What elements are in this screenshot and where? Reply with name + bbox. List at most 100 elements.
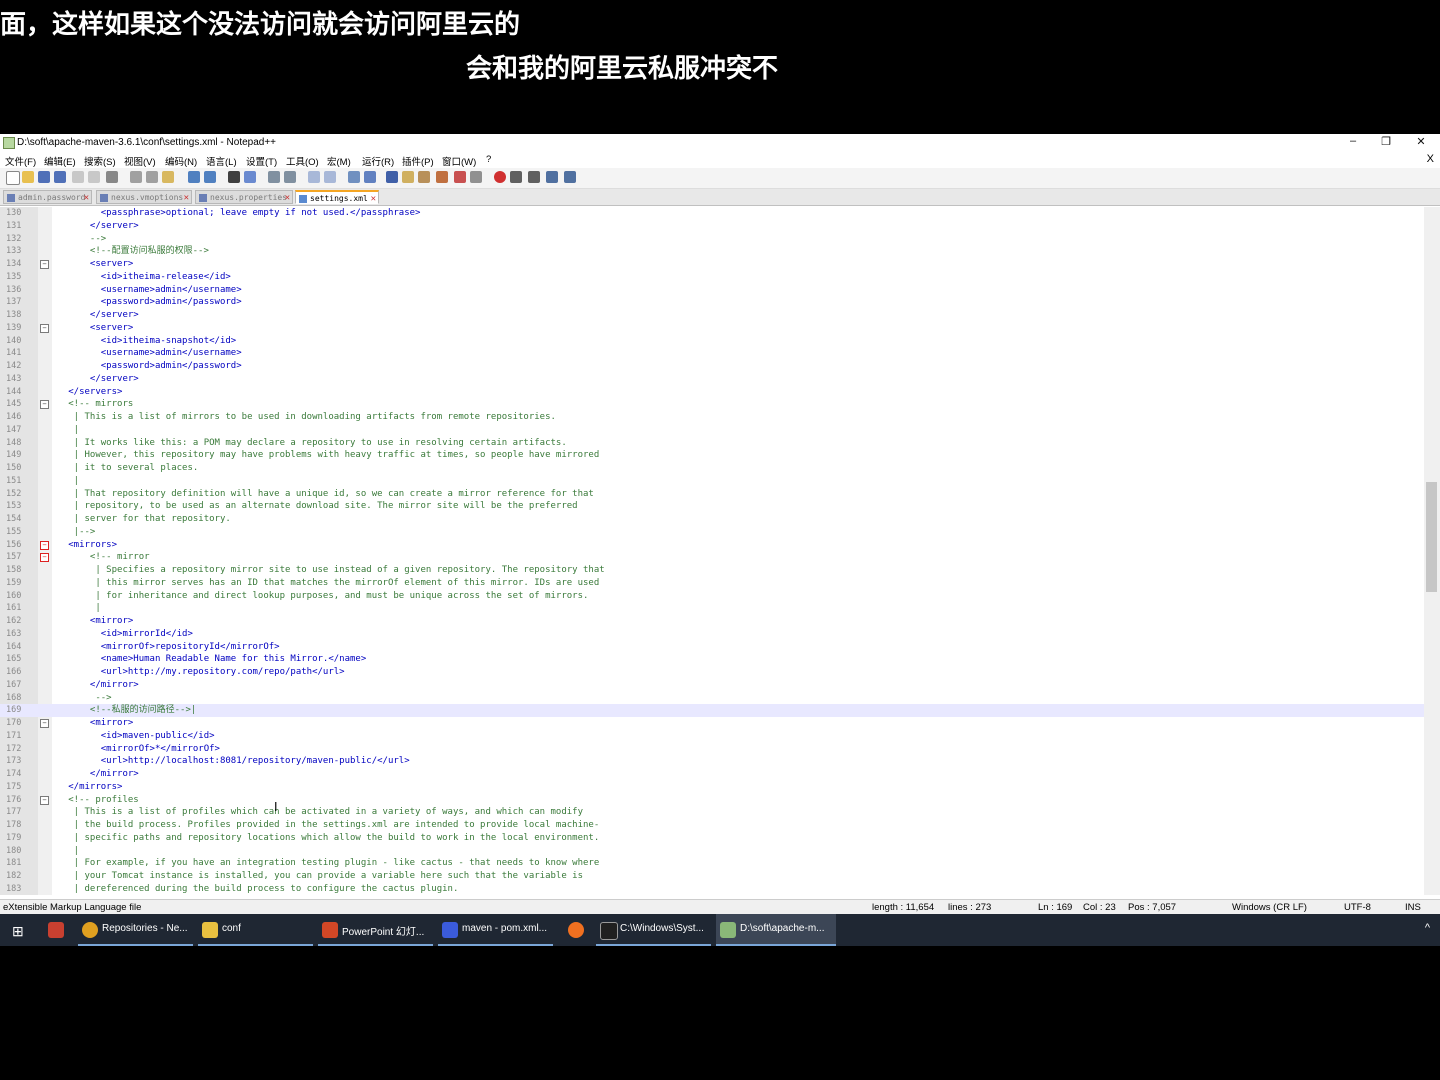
tab-nexus-vmoptions[interactable]: nexus.vmoptions ✕ [96, 190, 192, 204]
code-line[interactable]: 136 <username>admin</username> [0, 284, 1424, 297]
code-line[interactable]: 130 <passphrase>optional; leave empty if… [0, 207, 1424, 220]
zoom-in-icon[interactable] [268, 171, 280, 183]
menu-plugins[interactable]: 插件(P) [402, 154, 434, 168]
minimize-button[interactable]: – [1343, 135, 1363, 147]
save-icon[interactable] [38, 171, 50, 183]
code-line[interactable]: 172 <mirrorOf>*</mirrorOf> [0, 743, 1424, 756]
code-line[interactable]: 170 − <mirror> [0, 717, 1424, 730]
maximize-button[interactable]: ❐ [1376, 135, 1396, 148]
code-line[interactable]: 148 | It works like this: a POM may decl… [0, 437, 1424, 450]
code-line[interactable]: 133 <!--配置访问私服的权限--> [0, 245, 1424, 258]
code-line[interactable]: 164 <mirrorOf>repositoryId</mirrorOf> [0, 641, 1424, 654]
taskbar-item-powerpoint[interactable]: PowerPoint 幻灯... [318, 914, 433, 946]
code-line[interactable]: 135 <id>itheima-release</id> [0, 271, 1424, 284]
function-list-icon[interactable] [418, 171, 430, 183]
code-line[interactable]: 179 | specific paths and repository loca… [0, 832, 1424, 845]
zoom-out-icon[interactable] [284, 171, 296, 183]
code-line[interactable]: 180 | [0, 845, 1424, 858]
code-line[interactable]: 174 </mirror> [0, 768, 1424, 781]
code-line[interactable]: 141 <username>admin</username> [0, 347, 1424, 360]
run-macro-multiple-icon[interactable] [546, 171, 558, 183]
code-line[interactable]: 147 | [0, 424, 1424, 437]
taskbar-item-chrome[interactable]: Repositories - Ne... [78, 914, 193, 946]
code-line[interactable]: 156 − <mirrors> [0, 539, 1424, 552]
fold-toggle-icon[interactable]: − [40, 260, 49, 269]
close-all-icon[interactable] [88, 171, 100, 183]
print-icon[interactable] [106, 171, 118, 183]
close-button[interactable]: ✕ [1411, 135, 1431, 148]
taskbar-item-cmd[interactable]: C:\Windows\Syst... [596, 914, 711, 946]
code-line[interactable]: 139 − <server> [0, 322, 1424, 335]
menu-file[interactable]: 文件(F) [5, 154, 36, 168]
code-line[interactable]: 150 | it to several places. [0, 462, 1424, 475]
preview-icon[interactable] [470, 171, 482, 183]
taskbar-pinned-app[interactable] [42, 914, 76, 946]
indent-guide-icon[interactable] [386, 171, 398, 183]
code-line[interactable]: 162 <mirror> [0, 615, 1424, 628]
replace-icon[interactable] [244, 171, 256, 183]
menu-view[interactable]: 视图(V) [124, 154, 156, 168]
undo-icon[interactable] [188, 171, 200, 183]
monitoring-icon[interactable] [454, 171, 466, 183]
menu-edit[interactable]: 编辑(E) [44, 154, 76, 168]
code-line[interactable]: 152 | That repository definition will ha… [0, 488, 1424, 501]
fold-toggle-icon[interactable]: − [40, 540, 49, 550]
code-line[interactable]: 175 </mirrors> [0, 781, 1424, 794]
menu-help[interactable]: ? [486, 154, 491, 165]
word-wrap-icon[interactable] [348, 171, 360, 183]
code-line[interactable]: 159 | this mirror serves has an ID that … [0, 577, 1424, 590]
tab-nexus-properties[interactable]: nexus.properties ✕ [195, 190, 293, 204]
taskbar-item-app[interactable] [560, 914, 592, 946]
play-macro-icon[interactable] [528, 171, 540, 183]
code-line[interactable]: 155 |--> [0, 526, 1424, 539]
tab-close-icon[interactable]: ✕ [285, 191, 290, 203]
code-line[interactable]: 144 </servers> [0, 386, 1424, 399]
menu-settings[interactable]: 设置(T) [246, 154, 277, 168]
code-line[interactable]: 181 | For example, if you have an integr… [0, 857, 1424, 870]
paste-icon[interactable] [162, 171, 174, 183]
code-line[interactable]: 182 | your Tomcat instance is installed,… [0, 870, 1424, 883]
redo-icon[interactable] [204, 171, 216, 183]
code-line[interactable]: 143 </server> [0, 373, 1424, 386]
taskbar-item-notepadpp[interactable]: D:\soft\apache-m... [716, 914, 836, 946]
code-line[interactable]: 178 | the build process. Profiles provid… [0, 819, 1424, 832]
code-line[interactable]: 160 | for inheritance and direct lookup … [0, 590, 1424, 603]
close-document-button[interactable]: X [1427, 153, 1434, 165]
code-line[interactable]: 153 | repository, to be used as an alter… [0, 500, 1424, 513]
code-line[interactable]: 176 − <!-- profiles [0, 794, 1424, 807]
code-line[interactable]: 167 </mirror> [0, 679, 1424, 692]
taskbar-item-intellij[interactable]: maven - pom.xml... [438, 914, 553, 946]
folder-as-workspace-icon[interactable] [436, 171, 448, 183]
menu-search[interactable]: 搜索(S) [84, 154, 116, 168]
code-line[interactable]: 138 </server> [0, 309, 1424, 322]
sync-vertical-icon[interactable] [308, 171, 320, 183]
fold-toggle-icon[interactable]: − [40, 553, 49, 563]
menu-tools[interactable]: 工具(O) [286, 154, 319, 168]
cut-icon[interactable] [130, 171, 142, 183]
code-line[interactable]: 140 <id>itheima-snapshot</id> [0, 335, 1424, 348]
tab-close-icon[interactable]: ✕ [84, 191, 89, 203]
code-editor[interactable]: 130 <passphrase>optional; leave empty if… [0, 207, 1424, 895]
chevron-up-icon[interactable]: ^ [1425, 922, 1430, 934]
code-line[interactable]: 146 | This is a list of mirrors to be us… [0, 411, 1424, 424]
code-line[interactable]: 149 | However, this repository may have … [0, 449, 1424, 462]
show-all-chars-icon[interactable] [364, 171, 376, 183]
code-line[interactable]: 168 --> [0, 692, 1424, 705]
fold-toggle-icon[interactable]: − [40, 400, 49, 410]
close-icon[interactable] [72, 171, 84, 183]
title-bar[interactable]: D:\soft\apache-maven-3.6.1\conf\settings… [0, 134, 1440, 152]
fold-toggle-icon[interactable]: − [40, 795, 49, 805]
code-line[interactable]: 142 <password>admin</password> [0, 360, 1424, 373]
code-line[interactable]: 166 <url>http://my.repository.com/repo/p… [0, 666, 1424, 679]
code-line[interactable]: 132 --> [0, 233, 1424, 246]
code-line[interactable]: 161 | [0, 602, 1424, 615]
scrollbar-thumb[interactable] [1426, 482, 1437, 592]
fold-toggle-icon[interactable]: − [40, 323, 49, 333]
code-line[interactable]: 137 <password>admin</password> [0, 296, 1424, 309]
code-line[interactable]: 163 <id>mirrorId</id> [0, 628, 1424, 641]
menu-encoding[interactable]: 编码(N) [165, 154, 197, 168]
code-line[interactable]: 183 | dereferenced during the build proc… [0, 883, 1424, 895]
new-file-icon[interactable] [6, 171, 20, 185]
vertical-scrollbar[interactable] [1424, 207, 1440, 895]
menu-run[interactable]: 运行(R) [362, 154, 394, 168]
